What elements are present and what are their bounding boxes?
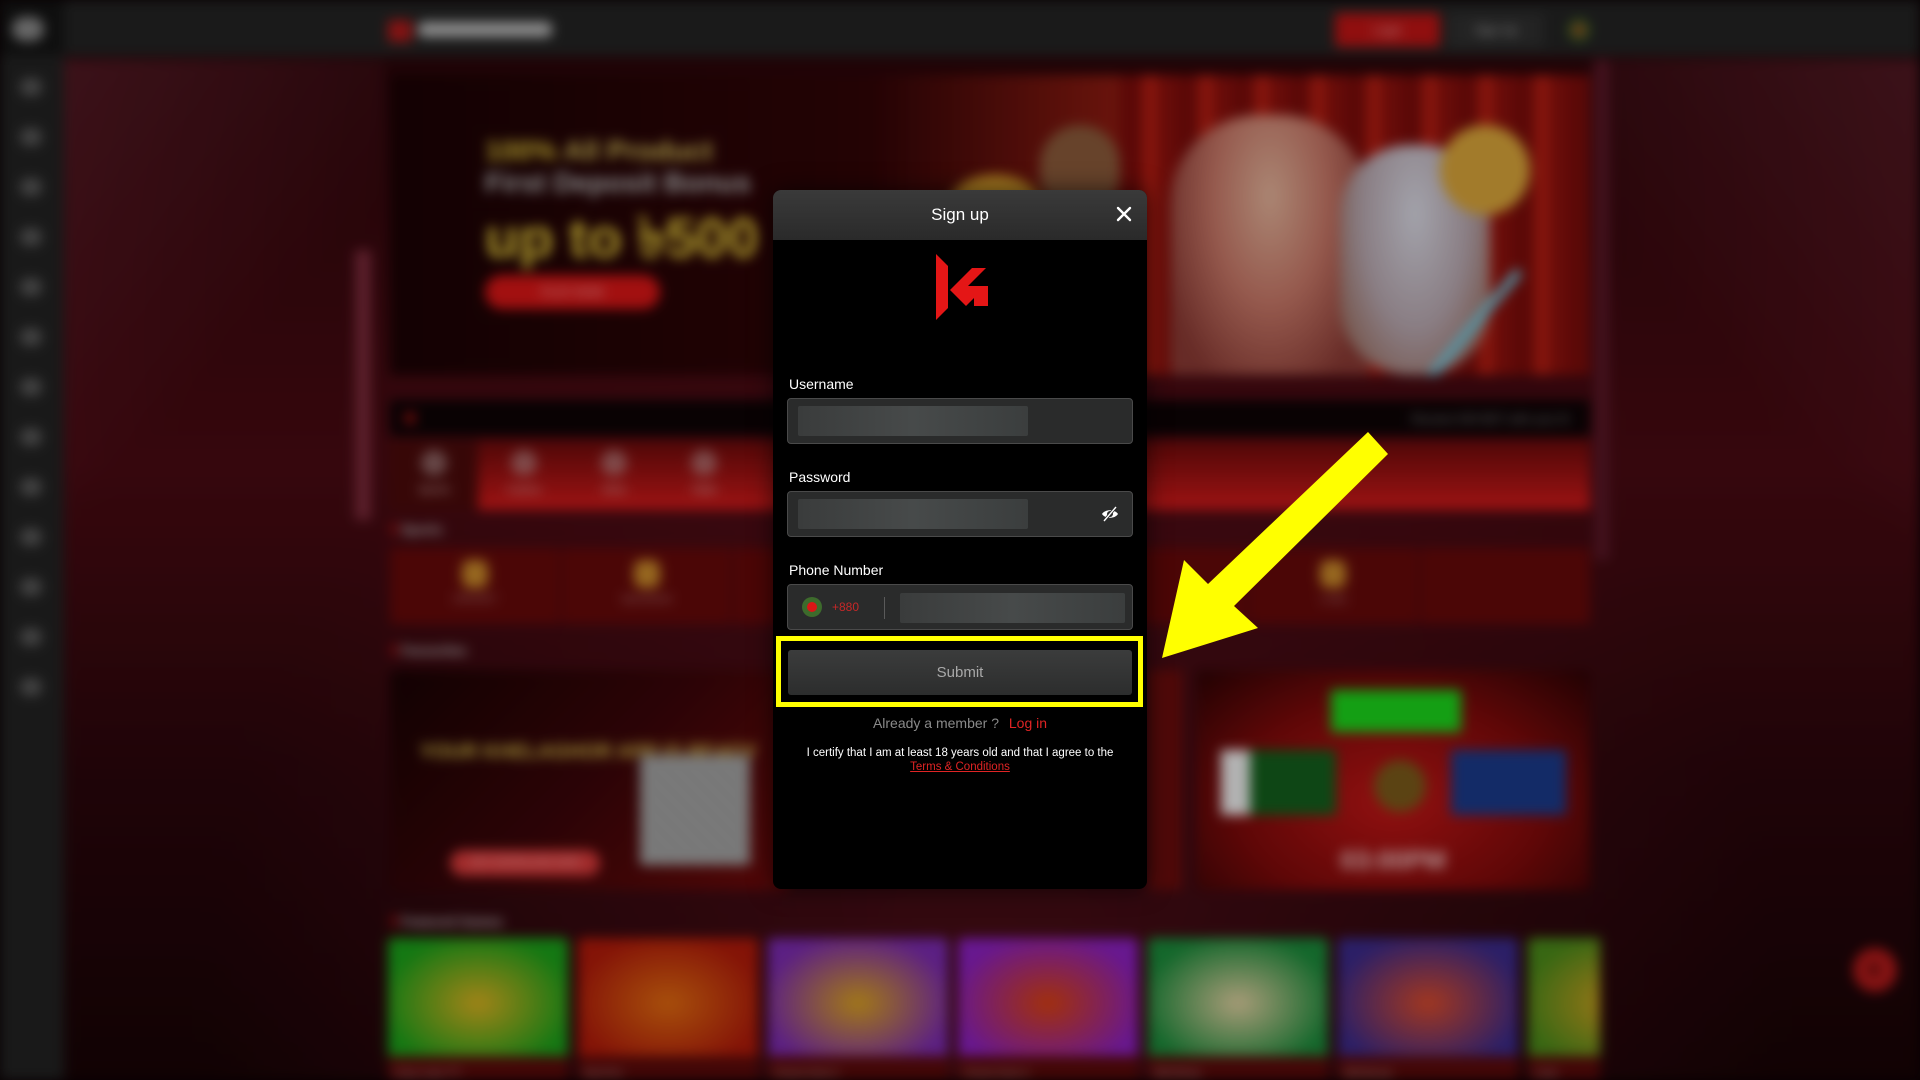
age-certification: I certify that I am at least 18 years ol… <box>783 746 1137 774</box>
username-input[interactable] <box>798 406 1028 436</box>
phone-input[interactable] <box>900 593 1125 623</box>
terms-link[interactable]: Terms & Conditions <box>910 761 1010 773</box>
username-label: Username <box>789 376 854 392</box>
bangladesh-flag-icon <box>802 597 822 617</box>
username-field <box>787 398 1133 444</box>
certify-text: I certify that I am at least 18 years ol… <box>806 747 1114 759</box>
close-icon[interactable] <box>1113 203 1135 225</box>
login-link[interactable]: Log in <box>1009 715 1047 731</box>
modal-title: Sign up <box>931 205 989 224</box>
login-prompt: Already a member ? Log in <box>773 715 1147 731</box>
country-code-selector[interactable]: +880 <box>802 596 859 618</box>
password-input[interactable] <box>798 499 1028 529</box>
member-question: Already a member ? <box>872 715 999 731</box>
phone-field: +880 <box>787 584 1133 630</box>
country-code: +880 <box>832 600 860 614</box>
eye-off-icon[interactable] <box>1100 505 1120 523</box>
page: KHELAGHOR Login Sign Up 100% All Product… <box>0 0 1920 1080</box>
password-label: Password <box>789 469 851 485</box>
signup-modal: Sign up Username Password Phone Number +… <box>773 190 1147 889</box>
password-field <box>787 491 1133 537</box>
modal-header: Sign up <box>773 190 1147 240</box>
divider <box>884 597 885 619</box>
brand-logo-icon <box>934 254 990 320</box>
submit-button[interactable]: Submit <box>788 650 1132 695</box>
phone-label: Phone Number <box>789 562 884 578</box>
